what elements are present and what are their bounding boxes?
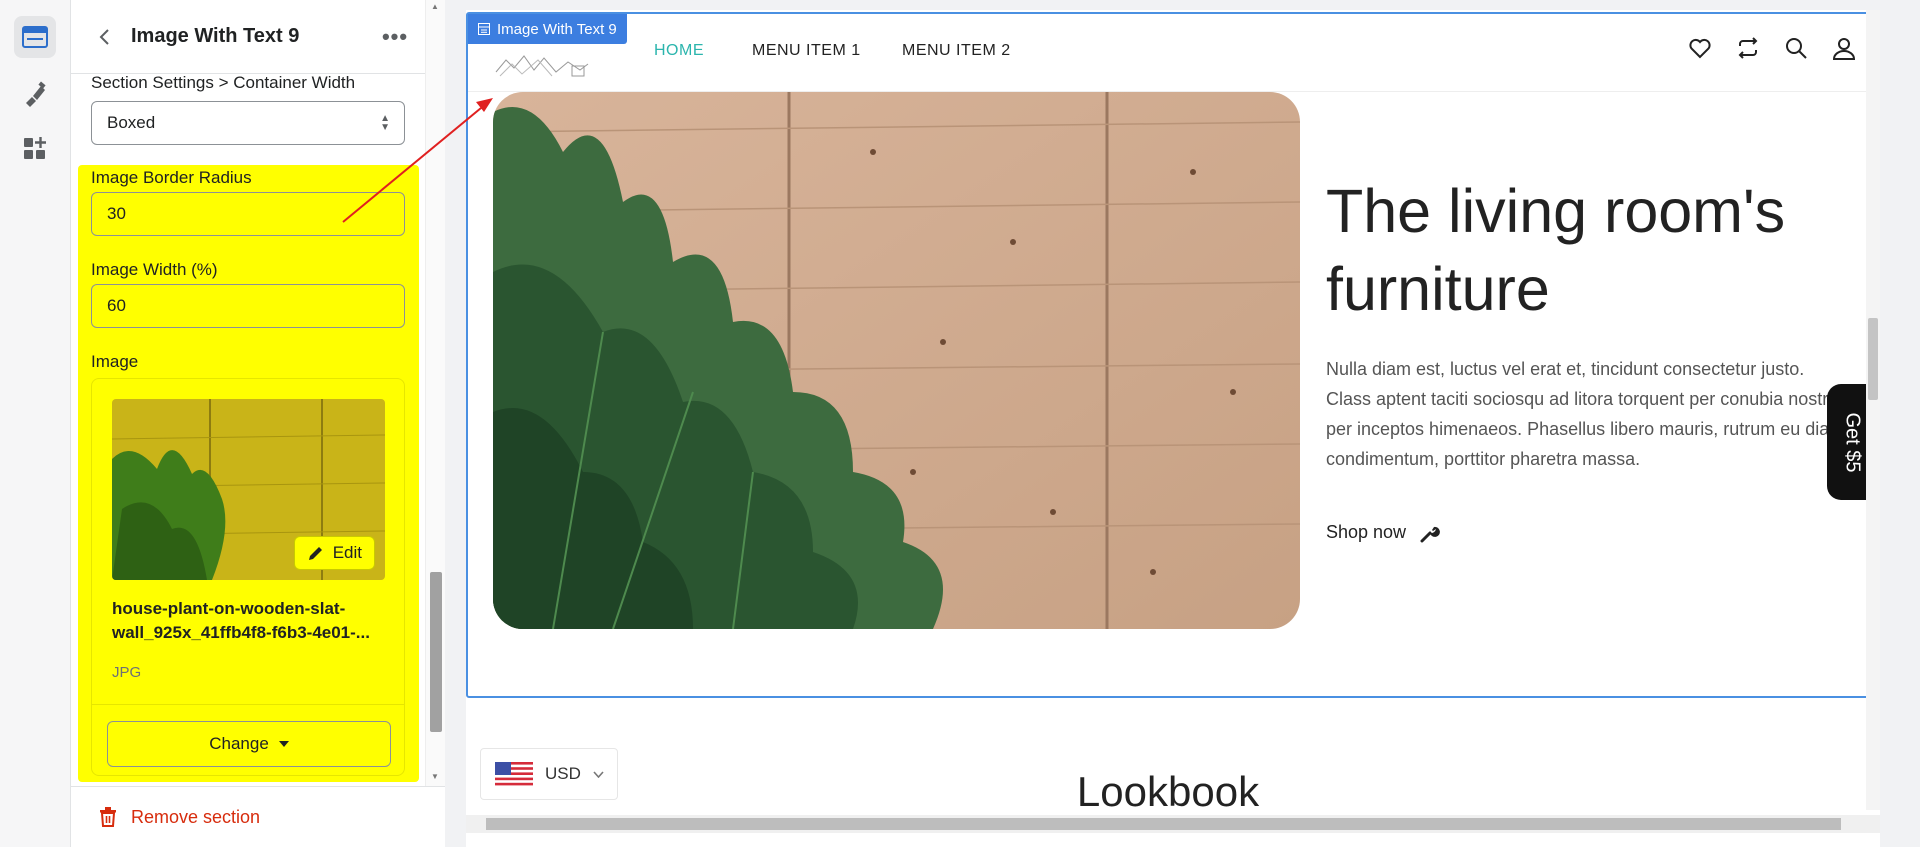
panel-scrollbar[interactable]: ▲ ▼: [425, 0, 445, 786]
image-width-input[interactable]: 60: [91, 284, 405, 328]
more-options-icon[interactable]: •••: [375, 17, 415, 57]
scroll-up-icon[interactable]: ▲: [431, 2, 439, 11]
theme-brush-icon[interactable]: [14, 73, 56, 115]
sections-icon[interactable]: [14, 16, 56, 58]
image-file-type: JPG: [112, 664, 142, 681]
apps-add-icon[interactable]: [14, 128, 56, 170]
container-width-select[interactable]: Boxed ▲ ▼: [91, 101, 405, 145]
section-icon: [478, 23, 490, 35]
change-image-button[interactable]: Change: [107, 721, 391, 767]
store-logo[interactable]: [494, 46, 590, 78]
preview-horizontal-scrollbar[interactable]: [466, 815, 1880, 833]
preview-scrollbar[interactable]: [1866, 10, 1880, 810]
user-icon[interactable]: [1832, 36, 1856, 60]
preview-scroll-thumb[interactable]: [1868, 318, 1878, 400]
get-5-label: Get $5: [1841, 411, 1864, 473]
compare-icon[interactable]: [1736, 36, 1760, 60]
panel-header: Image With Text 9 •••: [71, 0, 425, 74]
image-width-label: Image Width (%): [91, 260, 218, 279]
hero-heading: The living room's furniture: [1326, 177, 1786, 323]
menu-item-1[interactable]: MENU ITEM 1: [752, 42, 861, 60]
search-icon[interactable]: [1784, 36, 1808, 60]
heart-icon[interactable]: [1688, 36, 1712, 60]
store-preview: Image With Text 9 HOME MENU ITEM 1 MENU …: [466, 10, 1880, 847]
preview-hscroll-thumb[interactable]: [486, 818, 1841, 830]
section-tag-label: Image With Text 9: [497, 20, 617, 38]
shop-now-label: Shop now: [1326, 522, 1407, 542]
image-thumbnail[interactable]: Edit: [112, 399, 385, 580]
panel-title: Image With Text 9: [131, 25, 300, 47]
border-radius-label: Image Border Radius: [91, 168, 252, 187]
container-width-label: Section Settings > Container Width: [91, 73, 356, 92]
menu-item-home[interactable]: HOME: [654, 42, 704, 60]
remove-section-label: Remove section: [131, 806, 261, 827]
selected-section-frame[interactable]: Image With Text 9 HOME MENU ITEM 1 MENU …: [466, 12, 1879, 698]
store-header: HOME MENU ITEM 1 MENU ITEM 2: [468, 14, 1878, 92]
container-width-value: Boxed: [107, 113, 156, 132]
image-picker-card: Edit house-plant-on-wooden-slat-wall_925…: [91, 378, 405, 776]
scroll-down-icon[interactable]: ▼: [431, 772, 439, 781]
hero-image: [493, 92, 1300, 629]
edit-label: Edit: [332, 543, 362, 562]
remove-section-button[interactable]: Remove section: [71, 786, 445, 847]
panel-scroll-thumb[interactable]: [430, 572, 442, 732]
back-arrow-icon[interactable]: [85, 17, 125, 57]
image-file-name: house-plant-on-wooden-slat-wall_925x_41f…: [112, 599, 370, 642]
menu-item-2[interactable]: MENU ITEM 2: [902, 42, 1011, 60]
border-radius-input[interactable]: 30: [91, 192, 405, 236]
wrench-icon: [1420, 526, 1440, 542]
settings-panel: Image With Text 9 ••• Section Settings >…: [71, 0, 445, 847]
select-chevron-icon: ▲ ▼: [380, 113, 390, 133]
edit-image-button[interactable]: Edit: [293, 536, 375, 570]
shop-now-link[interactable]: Shop now: [1326, 522, 1440, 543]
caret-down-icon: [278, 741, 289, 747]
pencil-icon: [308, 547, 322, 560]
editor-rail: [0, 0, 71, 847]
change-label: Change: [209, 734, 269, 753]
image-label: Image: [91, 352, 139, 371]
trash-icon: [100, 807, 116, 827]
hero-description: Nulla diam est, luctus vel erat et, tinc…: [1326, 359, 1845, 469]
header-icons: [1688, 36, 1856, 60]
section-tag: Image With Text 9: [468, 14, 627, 44]
highlighted-settings: Image Border Radius 30 Image Width (%) 6…: [78, 165, 419, 782]
divider: [92, 704, 404, 705]
lookbook-heading: Lookbook: [1076, 768, 1260, 815]
